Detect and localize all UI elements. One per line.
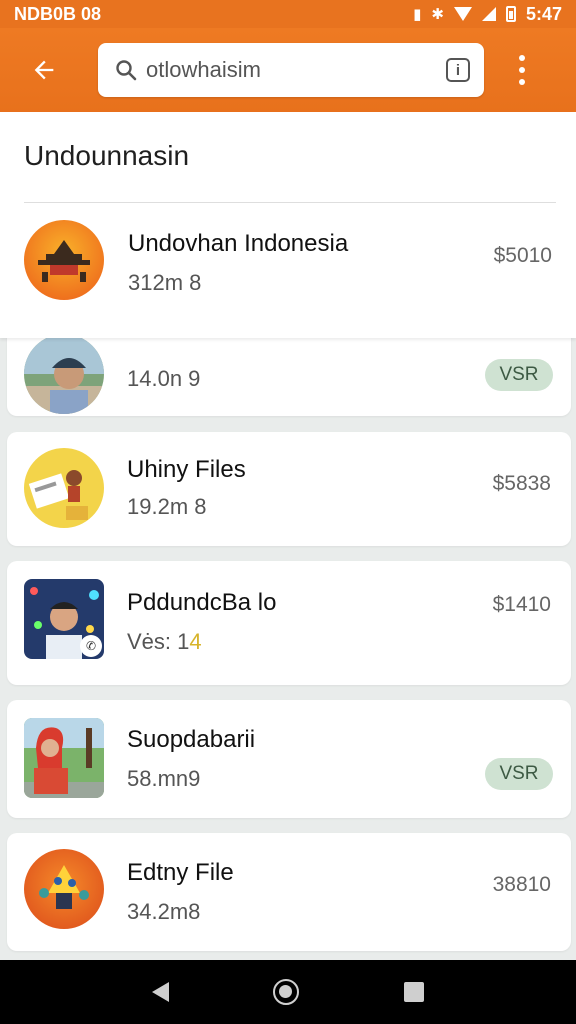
search-suggestion[interactable]: Undovhan Indonesia 312m 8 $5010 <box>0 210 576 330</box>
wifi-icon <box>453 7 472 21</box>
more-vertical-icon[interactable] <box>502 42 542 98</box>
status-bar: NDB0B 08 ▮ ✱ 5:47 <box>0 0 576 28</box>
status-carrier-text: NDB0B 08 <box>14 3 102 24</box>
item-title: PddundcBa lo <box>127 589 277 616</box>
info-icon[interactable]: i <box>446 58 470 82</box>
suggestion-title: Undovhan Indonesia <box>128 230 349 257</box>
app-bar: i <box>0 28 576 112</box>
avatar <box>24 334 104 414</box>
suggestion-price: $5010 <box>493 244 552 267</box>
arrow-left-icon <box>34 60 54 80</box>
item-subtitle: 19.2m 8 <box>127 494 207 519</box>
system-nav-bar <box>0 960 576 1024</box>
item-title: Edtny File <box>127 859 234 886</box>
dropdown-divider <box>24 202 556 203</box>
status-icons: ▮ ✱ 5:47 <box>413 4 562 25</box>
item-subtitle: 14.0n 9 <box>127 366 201 391</box>
nav-recent-apps-icon[interactable] <box>403 982 424 1002</box>
bluetooth-icon: ✱ <box>431 5 444 23</box>
list-item[interactable]: Edtny File 34.2m8 38810 <box>7 833 571 951</box>
avatar <box>24 448 104 528</box>
dropdown-heading: Undounnasin <box>24 140 190 171</box>
avatar <box>24 718 104 798</box>
vibrate-icon: ▮ <box>413 5 422 23</box>
list-item[interactable]: ✆ PddundcBa lo Vės: 14 $1410 <box>7 561 571 685</box>
search-box[interactable]: i <box>98 43 484 97</box>
item-subtitle: Vės: 14 <box>127 629 202 655</box>
item-subtitle: 58.mn9 <box>127 766 201 791</box>
search-input[interactable] <box>146 57 446 83</box>
avatar <box>24 220 104 300</box>
item-price: $1410 <box>492 593 551 616</box>
nav-home-icon[interactable] <box>273 979 300 1005</box>
search-icon <box>116 60 137 81</box>
avatar <box>24 849 104 929</box>
suggestion-subtitle: 312m 8 <box>128 270 202 295</box>
back-button[interactable] <box>16 42 72 98</box>
item-title: Uhiny Files <box>127 456 246 483</box>
item-subtitle-main: Vės: 1 <box>127 629 190 654</box>
app-screen: NDB0B 08 ▮ ✱ 5:47 i <box>0 0 576 1024</box>
avatar: ✆ <box>24 579 104 659</box>
list-item[interactable]: Suopdabarii 58.mn9 VSR <box>7 700 571 818</box>
item-price: 38810 <box>492 873 551 896</box>
status-badge: VSR <box>485 758 553 790</box>
list-item[interactable]: Uhiny Files 19.2m 8 $5838 <box>7 432 571 546</box>
phone-badge-icon: ✆ <box>80 635 102 657</box>
status-badge: VSR <box>485 359 553 391</box>
signal-icon <box>481 7 496 21</box>
status-time: 5:47 <box>525 3 562 24</box>
battery-icon <box>505 6 516 22</box>
item-price: $5838 <box>492 472 551 495</box>
item-title: Suopdabarii <box>127 726 256 753</box>
item-subtitle-accent: 4 <box>189 629 202 654</box>
nav-back-icon[interactable] <box>152 982 170 1002</box>
item-subtitle: 34.2m8 <box>127 899 201 924</box>
